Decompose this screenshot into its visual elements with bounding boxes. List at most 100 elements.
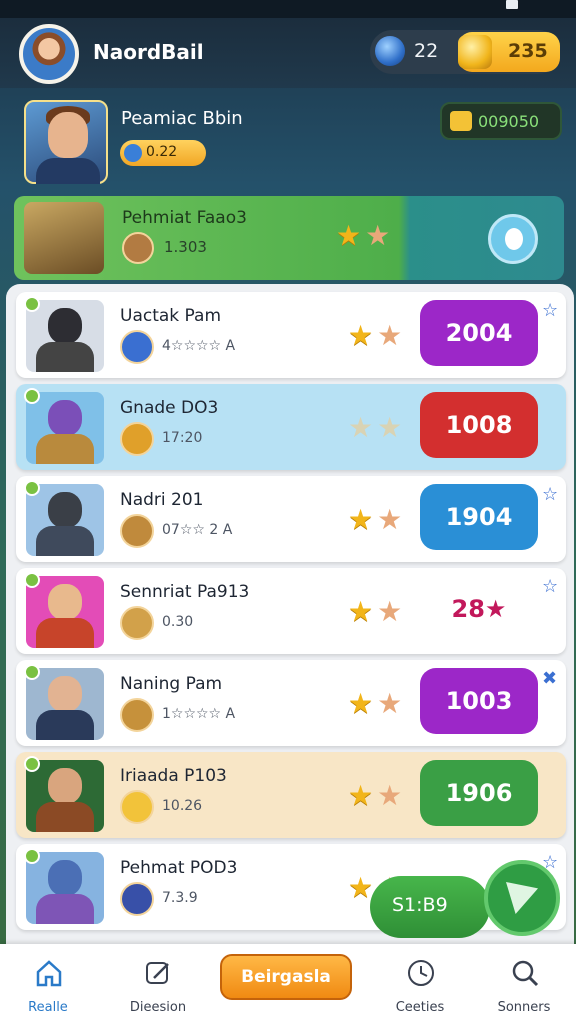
- star-icon: ★: [377, 779, 403, 812]
- featured-reward-badge[interactable]: 009050: [440, 102, 562, 140]
- player-name: Sennriat Pa913: [120, 582, 250, 602]
- player-portrait: [26, 576, 104, 648]
- center-action-button[interactable]: Beirgasla: [220, 954, 352, 1000]
- player-avatar[interactable]: [19, 24, 79, 84]
- star-rating: ★★: [348, 506, 406, 534]
- coin-count: 235: [508, 40, 548, 62]
- star-icon: ★: [348, 503, 374, 536]
- featured-reward-value: 009050: [478, 112, 540, 131]
- score-badge[interactable]: 1904: [420, 484, 538, 550]
- header: NaordBail 22 235: [0, 18, 576, 88]
- featured-player-panel[interactable]: Peamiac Bbin 0.22 009050: [12, 92, 564, 192]
- list-item[interactable]: Iriaada P103 10.26 ★ ★ 1906: [16, 752, 566, 838]
- star-icon: ★: [348, 595, 374, 628]
- player-stat: 7.3.9: [162, 890, 198, 906]
- bottom-nav: Realle Dieesion Beirgasla Ceeties Sonner…: [0, 944, 576, 1024]
- home-icon: [36, 960, 62, 987]
- coin-pill[interactable]: 235: [458, 32, 560, 72]
- center-action-label: Beirgasla: [241, 967, 331, 987]
- corner-star-icon[interactable]: ☆: [542, 484, 558, 505]
- highlighted-player-portrait: [24, 202, 104, 274]
- nav-item-search[interactable]: Sonners: [476, 952, 572, 1018]
- player-badge-icon: [120, 330, 154, 364]
- score-badge[interactable]: 1003: [420, 668, 538, 734]
- star-icon: ★: [348, 779, 374, 812]
- featured-pill-value: 0.22: [146, 144, 178, 160]
- star-rating: ★★: [348, 322, 406, 350]
- gem-count: 22: [414, 40, 439, 62]
- highlighted-star-rating: ★ ★: [336, 222, 394, 250]
- verified-check-icon: [24, 388, 40, 404]
- floating-score-button[interactable]: S1:B9: [370, 876, 490, 938]
- edit-icon: [146, 962, 169, 984]
- player-portrait: [26, 760, 104, 832]
- player-stat: 07☆☆ 2 A: [162, 522, 233, 538]
- featured-progress-pill: 0.22: [120, 140, 206, 166]
- verified-check-icon: [24, 664, 40, 680]
- featured-pill-icon: [124, 144, 142, 162]
- star-rating: ★★: [348, 414, 406, 442]
- player-badge-icon: [120, 606, 154, 640]
- player-badge-icon: [120, 422, 154, 456]
- list-item[interactable]: Nadri 201 07☆☆ 2 A ★ ★ 1904 ☆: [16, 476, 566, 562]
- corner-star-icon[interactable]: ☆: [542, 300, 558, 321]
- clock-icon: [408, 960, 434, 986]
- star-icon: ★: [336, 219, 362, 252]
- score-badge[interactable]: 1906: [420, 760, 538, 826]
- player-name: Nadri 201: [120, 490, 204, 510]
- score-badge[interactable]: 2004: [420, 300, 538, 366]
- highlighted-sub-icon: [122, 232, 154, 264]
- list-item[interactable]: Gnade DO3 17:20 ★ ★ 1008: [16, 384, 566, 470]
- list-item[interactable]: Naning Pam 1☆☆☆☆ A ★ ★ 1003 ✖: [16, 660, 566, 746]
- player-badge-icon: [120, 514, 154, 548]
- reward-icon: [450, 111, 472, 131]
- verified-check-icon: [24, 572, 40, 588]
- nav-item-home[interactable]: Realle: [0, 952, 96, 1018]
- score-badge[interactable]: 28★: [420, 576, 538, 642]
- player-stat: 4☆☆☆☆ A: [162, 338, 236, 354]
- star-rating: ★★: [348, 782, 406, 810]
- featured-player-name: Peamiac Bbin: [121, 108, 243, 129]
- star-icon: ★: [348, 871, 374, 904]
- star-icon: ★: [377, 503, 403, 536]
- coin-icon: [458, 35, 492, 69]
- score-badge[interactable]: 1008: [420, 392, 538, 458]
- star-icon: ★: [348, 319, 374, 352]
- highlighted-player-name: Pehmiat Faao3: [122, 208, 247, 228]
- star-icon: ★: [377, 319, 403, 352]
- player-badge-icon: [120, 790, 154, 824]
- verified-check-icon: [24, 480, 40, 496]
- player-badge-icon: [120, 698, 154, 732]
- nav-item-edit[interactable]: Dieesion: [110, 952, 206, 1018]
- player-portrait: [26, 300, 104, 372]
- player-name: Gnade DO3: [120, 398, 219, 418]
- player-portrait: [26, 392, 104, 464]
- star-icon: ★: [377, 411, 403, 444]
- corner-star-icon[interactable]: ✖: [542, 668, 557, 689]
- highlighted-player-row[interactable]: Pehmiat Faao3 1.303 ★ ★: [14, 196, 564, 280]
- nav-item-clock[interactable]: Ceeties: [372, 952, 468, 1018]
- player-name: Pehmat POD3: [120, 858, 238, 878]
- corner-star-icon[interactable]: ☆: [542, 576, 558, 597]
- play-fab[interactable]: [484, 860, 560, 936]
- chat-button[interactable]: [488, 214, 538, 264]
- list-item[interactable]: Sennriat Pa913 0.30 ★ ★ 28★ ☆: [16, 568, 566, 654]
- star-icon: ★: [377, 595, 403, 628]
- star-icon: ★: [348, 411, 374, 444]
- chat-bubble-icon: [505, 228, 523, 250]
- nav-label-home: Realle: [28, 1000, 68, 1015]
- player-stat: 0.30: [162, 614, 194, 630]
- player-portrait: [26, 668, 104, 740]
- player-name: NaordBail: [93, 40, 204, 64]
- star-rating: ★★: [348, 690, 406, 718]
- gem-icon: [375, 36, 405, 66]
- player-name: Uactak Pam: [120, 306, 222, 326]
- nav-label-search: Sonners: [497, 1000, 551, 1015]
- send-arrow-icon: [506, 882, 538, 914]
- list-item[interactable]: Uactak Pam 4☆☆☆☆ A ★ ★ 2004 ☆: [16, 292, 566, 378]
- highlighted-sub-value: 1.303: [164, 238, 207, 256]
- verified-check-icon: [24, 848, 40, 864]
- featured-player-portrait: [24, 100, 108, 184]
- search-icon: [512, 960, 539, 987]
- player-stat: 1☆☆☆☆ A: [162, 706, 236, 722]
